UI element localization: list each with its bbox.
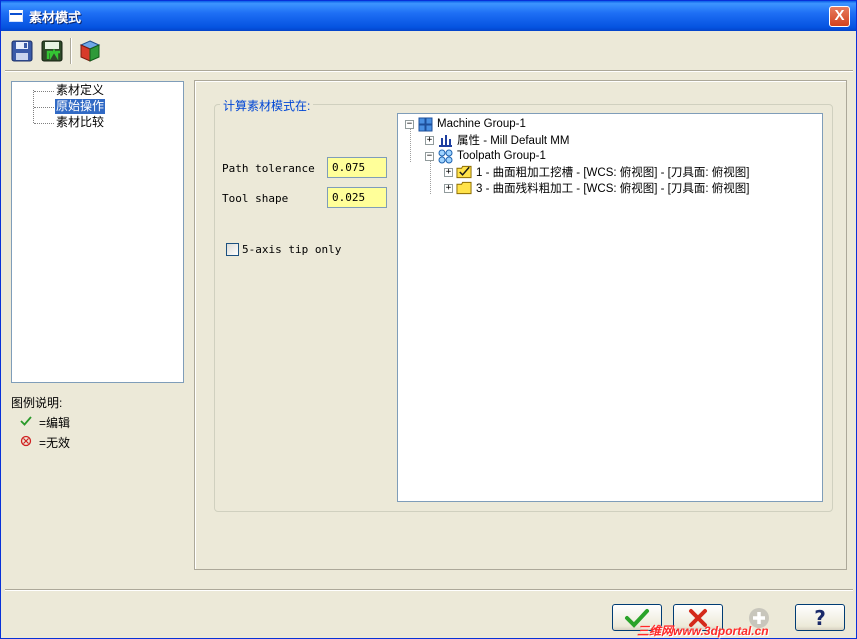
toolpath-group-icon <box>437 149 453 163</box>
tool-shape-label: Tool shape <box>222 192 289 205</box>
tool-shape-input[interactable]: 0.025 <box>327 187 387 208</box>
dialog-window: 素材模式 X 素材定义 原始操作 素材比较 图例说明: =编辑 =无效 计算素材… <box>0 0 857 639</box>
window-icon <box>9 10 23 22</box>
tree-line <box>34 91 54 92</box>
title-bar[interactable]: 素材模式 X <box>1 1 856 31</box>
expand-icon[interactable]: + <box>444 167 453 177</box>
invalid-icon <box>19 435 33 450</box>
legend-invalid-label: =无效 <box>39 436 71 450</box>
tree-node-toolpath-group[interactable]: − Toolpath Group-1 <box>425 148 546 164</box>
legend-invalid: =无效 <box>19 434 70 451</box>
tree-node-operation-3[interactable]: + 3 - 曲面残料粗加工 - [WCS: 俯视图] - [刀具面: 俯视图] <box>444 180 749 196</box>
help-button[interactable]: ? <box>795 604 845 631</box>
help-icon: ? <box>814 607 826 629</box>
toolbar-divider <box>5 70 853 72</box>
operations-tree[interactable]: − Machine Group-1 + 属性 - Mill Default MM… <box>397 113 823 502</box>
expand-icon[interactable]: + <box>444 183 453 193</box>
tree-line <box>34 107 54 108</box>
nav-item-stock-definition[interactable]: 素材定义 <box>55 83 105 98</box>
save-as-icon[interactable] <box>37 36 67 66</box>
operation-3-label: 3 - 曲面残料粗加工 - [WCS: 俯视图] - [刀具面: 俯视图] <box>476 183 750 195</box>
five-axis-option[interactable]: 5-axis tip only <box>226 243 341 256</box>
stock-model-icon[interactable] <box>75 36 105 66</box>
five-axis-checkbox[interactable] <box>226 243 239 256</box>
footer-divider <box>5 589 853 591</box>
folder-icon <box>456 181 472 195</box>
collapse-icon[interactable]: − <box>425 151 434 161</box>
machine-group-label: Machine Group-1 <box>437 118 526 130</box>
tree-node-machine-group[interactable]: − Machine Group-1 <box>405 116 526 132</box>
tree-node-operation-1[interactable]: + 1 - 曲面粗加工挖槽 - [WCS: 俯视图] - [刀具面: 俯视图] <box>444 164 749 180</box>
save-icon[interactable] <box>7 36 37 66</box>
tree-line <box>410 128 411 162</box>
machine-group-icon <box>417 117 433 131</box>
tree-node-properties[interactable]: + 属性 - Mill Default MM <box>425 132 569 148</box>
legend-title: 图例说明: <box>11 396 63 410</box>
expand-icon[interactable]: + <box>425 135 434 145</box>
toolpath-group-label: Toolpath Group-1 <box>457 150 546 162</box>
check-icon <box>19 415 33 430</box>
legend-edit-label: =编辑 <box>39 416 71 430</box>
operation-1-label: 1 - 曲面粗加工挖槽 - [WCS: 俯视图] - [刀具面: 俯视图] <box>476 167 750 179</box>
close-button[interactable]: X <box>829 6 850 27</box>
svg-text:?: ? <box>814 607 826 629</box>
path-tolerance-label: Path tolerance <box>222 162 315 175</box>
watermark: 三维网www.3dportal.cn <box>637 624 769 638</box>
tree-line <box>34 123 54 124</box>
properties-label: 属性 - Mill Default MM <box>457 135 570 147</box>
group-title: 计算素材模式在: <box>220 97 314 114</box>
path-tolerance-input[interactable]: 0.075 <box>327 157 387 178</box>
toolbar <box>7 35 105 67</box>
nav-tree: 素材定义 原始操作 素材比较 <box>11 81 184 383</box>
tree-line <box>430 160 431 194</box>
legend-edit: =编辑 <box>19 414 70 431</box>
folder-checked-icon <box>456 165 472 179</box>
window-title: 素材模式 <box>29 9 82 25</box>
properties-icon <box>437 133 453 147</box>
nav-item-original-operations[interactable]: 原始操作 <box>55 99 106 114</box>
five-axis-label: 5-axis tip only <box>242 243 342 256</box>
nav-item-stock-compare[interactable]: 素材比较 <box>55 115 105 130</box>
collapse-icon[interactable]: − <box>405 119 414 129</box>
toolbar-separator <box>70 38 72 64</box>
